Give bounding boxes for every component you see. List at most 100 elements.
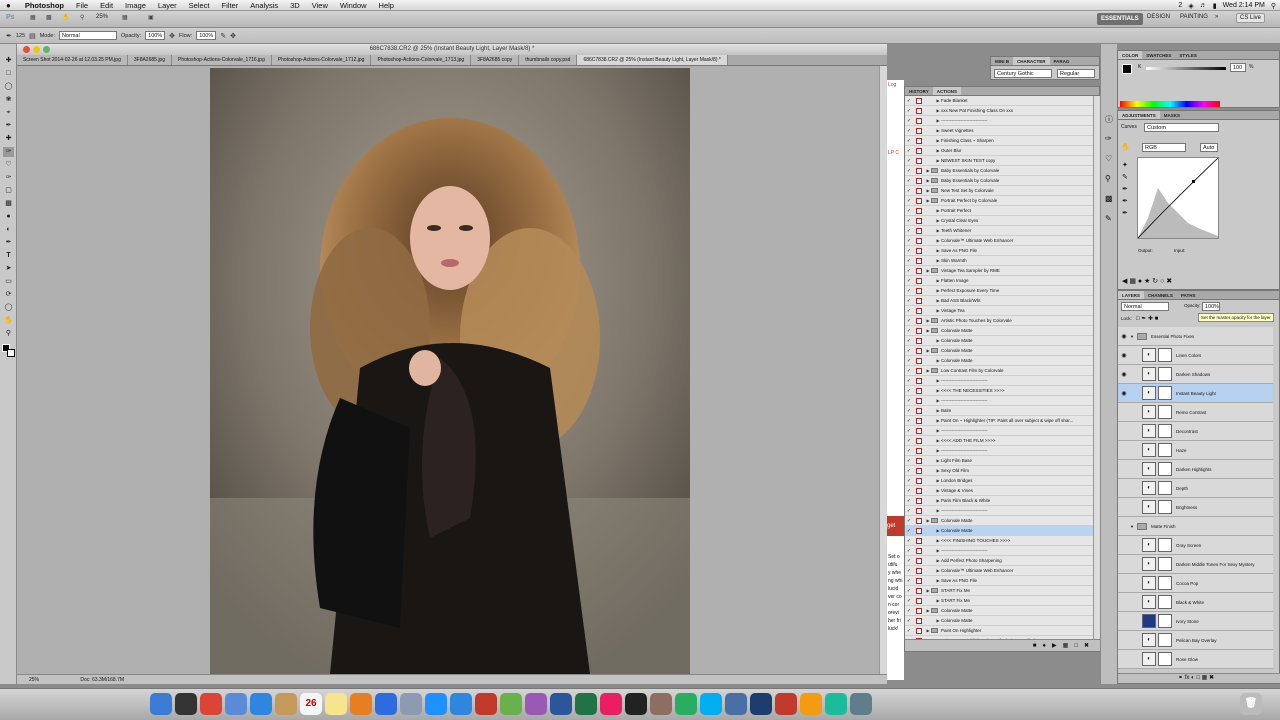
action-toggle-checkbox[interactable]: ✓ [905, 498, 913, 504]
tab-masks[interactable]: MASKS [1160, 111, 1184, 119]
action-toggle-checkbox[interactable]: ✓ [905, 438, 913, 444]
dialog-toggle-icon[interactable] [916, 97, 922, 104]
action-row-item[interactable]: ✓ ▶ ------------------------------- [905, 426, 1093, 436]
status-num[interactable]: 2 [1178, 2, 1182, 9]
dock-excel-icon[interactable] [575, 693, 597, 715]
dialog-toggle-icon[interactable] [916, 357, 922, 364]
action-row-set[interactable]: ✓ ▶ New Test Set by Colorvale [905, 186, 1093, 196]
action-toggle-checkbox[interactable]: ✓ [905, 528, 913, 534]
layer-row[interactable]: ◐ Darken Highlights [1118, 460, 1273, 479]
dialog-toggle-icon[interactable] [916, 287, 922, 294]
action-toggle-checkbox[interactable]: ✓ [905, 458, 913, 464]
action-row-item[interactable]: ✓ ▶ Outer Blur [905, 146, 1093, 156]
action-row-item[interactable]: ✓ ▶ Vintage & Vines [905, 486, 1093, 496]
dock-preview-icon[interactable] [400, 693, 422, 715]
tab-layers[interactable]: LAYERS [1118, 291, 1144, 299]
bridge-icon[interactable]: ▦ [30, 14, 36, 21]
action-row-item[interactable]: ✓ ▶ London Bridges [905, 476, 1093, 486]
clock[interactable]: Wed 2:14 PM [1223, 2, 1265, 9]
group-expand-icon[interactable]: ▼ [1130, 524, 1134, 529]
white-point-eyedropper-icon[interactable]: ✒ [1122, 209, 1128, 217]
layer-row[interactable]: ◐ Decontrast [1118, 422, 1273, 441]
dialog-toggle-icon[interactable] [916, 427, 922, 434]
dock-calendar-icon[interactable]: 26 [300, 693, 322, 715]
action-row-item[interactable]: ✓ ▶ Colorvale Matte [905, 356, 1093, 366]
canvas-area[interactable] [17, 66, 879, 674]
font-family-select[interactable]: Century Gothic [994, 69, 1052, 78]
dock-bridge-icon[interactable] [650, 693, 672, 715]
action-row-item[interactable]: ✓ ▶ Light Film Base [905, 456, 1093, 466]
action-row-item[interactable]: ✓ ▶ <<<< THE NECESSITIES >>>> [905, 386, 1093, 396]
dialog-toggle-icon[interactable] [916, 507, 922, 514]
brush-presets-icon[interactable]: ✑ [1105, 134, 1112, 143]
curves-graph[interactable] [1137, 157, 1219, 239]
color-ramp[interactable] [1120, 101, 1220, 107]
zoom-tool-icon[interactable]: ⚲ [80, 14, 84, 21]
stop-recording-icon[interactable]: ■ [1033, 643, 1037, 649]
action-row-item[interactable]: ✓ ▶ Bad ASS Black/Wht [905, 296, 1093, 306]
visibility-eye-icon[interactable]: ◉ [1118, 352, 1130, 359]
tab-channels[interactable]: CHANNELS [1144, 291, 1177, 299]
actions-scrollbar[interactable] [1093, 96, 1100, 641]
brush-tool-icon[interactable]: ✒ [6, 32, 12, 40]
dock-mail-icon[interactable] [225, 693, 247, 715]
blend-mode-select[interactable]: Normal [1121, 302, 1169, 311]
layer-row[interactable]: ◐ Black & White [1118, 593, 1273, 612]
menu-window[interactable]: Window [334, 1, 373, 10]
menu-analysis[interactable]: Analysis [244, 1, 284, 10]
layer-mask-thumbnail[interactable] [1158, 443, 1172, 457]
dialog-toggle-icon[interactable] [916, 567, 922, 574]
action-toggle-checkbox[interactable]: ✓ [905, 328, 913, 334]
action-toggle-checkbox[interactable]: ✓ [905, 188, 913, 194]
dock-app-store-icon[interactable] [450, 693, 472, 715]
dock-safari-icon[interactable] [250, 693, 272, 715]
tab-mini-bridge[interactable]: MINI B [991, 57, 1013, 65]
gray-point-eyedropper-icon[interactable]: ✒ [1122, 197, 1128, 205]
action-row-item[interactable]: ✓ ▶ <<<< FINISHING TOUCHES >>>> [905, 536, 1093, 546]
dialog-toggle-icon[interactable] [916, 177, 922, 184]
action-row-item[interactable]: ✓ ▶ Colorvale Matte [905, 526, 1093, 536]
black-point-eyedropper-icon[interactable]: ✒ [1122, 185, 1128, 193]
action-row-item[interactable]: ✓ ▶ Colorvale™ Ultimate Web Enhancer [905, 566, 1093, 576]
spotlight-icon[interactable]: ⚲ [1271, 2, 1276, 10]
eraser-tool-icon[interactable]: ▢ [3, 186, 14, 196]
action-toggle-checkbox[interactable]: ✓ [905, 508, 913, 514]
action-row-item[interactable]: ✓ ▶ Skin Warmth [905, 256, 1093, 266]
notes-icon[interactable]: ✎ [1105, 214, 1112, 223]
action-toggle-checkbox[interactable]: ✓ [905, 298, 913, 304]
dialog-toggle-icon[interactable] [916, 117, 922, 124]
wifi-icon[interactable]: ◈ [1188, 2, 1193, 10]
dialog-toggle-icon[interactable] [916, 557, 922, 564]
action-toggle-checkbox[interactable]: ✓ [905, 238, 913, 244]
layer-mask-thumbnail[interactable] [1158, 595, 1172, 609]
action-row-item[interactable]: ✓ ▶ ------------------------------- [905, 116, 1093, 126]
doc-tab-4[interactable]: Photoshop-Actions-Colorvale_1712.jpg [271, 55, 372, 65]
action-toggle-checkbox[interactable]: ✓ [905, 138, 913, 144]
dialog-toggle-icon[interactable] [916, 617, 922, 624]
workspace-essentials[interactable]: ESSENTIALS [1097, 13, 1143, 25]
dialog-toggle-icon[interactable] [916, 537, 922, 544]
dock-finder-icon[interactable] [150, 693, 172, 715]
action-toggle-checkbox[interactable]: ✓ [905, 518, 913, 524]
tab-color[interactable]: COLOR [1118, 51, 1143, 59]
action-row-item[interactable]: ✓ ▶ Save As PNG File [905, 246, 1093, 256]
layer-row[interactable]: ◐ Haze [1118, 441, 1273, 460]
action-row-set[interactable]: ✓ ▶ Colorvale Matte [905, 606, 1093, 616]
info-panel-icon[interactable]: ⓘ [1105, 114, 1113, 125]
action-row-item[interactable]: ✓ ▶ Sweet Vignettes [905, 126, 1093, 136]
layer-mask-thumbnail[interactable] [1158, 424, 1172, 438]
document-title-bar[interactable]: 686C7838.CR2 @ 25% (Instant Beauty Light… [17, 44, 887, 55]
dialog-toggle-icon[interactable] [916, 297, 922, 304]
dialog-toggle-icon[interactable] [916, 417, 922, 424]
action-row-set[interactable]: ✓ ▶ Artistic Photo Touches by Colorvale [905, 316, 1093, 326]
action-toggle-checkbox[interactable]: ✓ [905, 258, 913, 264]
brush-size[interactable]: 125 [16, 33, 25, 39]
layer-mask-thumbnail[interactable] [1158, 386, 1172, 400]
action-row-set[interactable]: ✓ ▶ Colorvale Matte [905, 516, 1093, 526]
dialog-toggle-icon[interactable] [916, 147, 922, 154]
hand-tool-icon[interactable]: ✋ [62, 14, 69, 21]
dialog-toggle-icon[interactable] [916, 577, 922, 584]
volume-icon[interactable]: ♬ [1200, 2, 1207, 9]
action-row-item[interactable]: ✓ ▶ Sexy Old Film [905, 466, 1093, 476]
menu-image[interactable]: Image [119, 1, 152, 10]
